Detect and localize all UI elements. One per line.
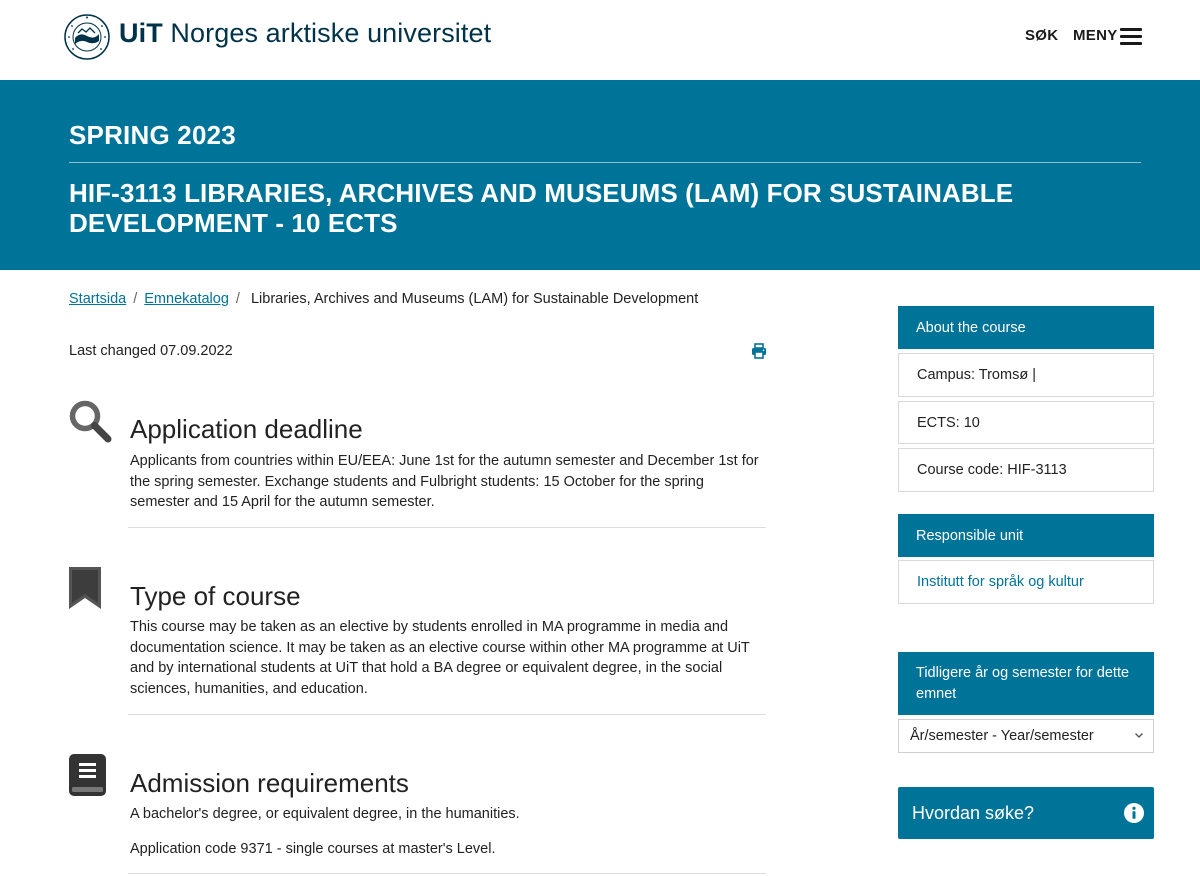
course-banner: SPRING 2023 HIF-3113 LIBRARIES, ARCHIVES… [0,80,1200,270]
responsible-unit-heading: Responsible unit [898,514,1154,557]
bookmark-icon [69,567,101,609]
year-semester-select[interactable]: År/semester - Year/semester [898,719,1154,753]
breadcrumb: Startsida / Emnekatalog / Libraries, Archiv… [69,291,698,307]
breadcrumb-separator: / [235,291,240,307]
section-heading-application-deadline: Application deadline [130,414,363,444]
section-divider [128,714,766,715]
page-title: HIF-3113 LIBRARIES, ARCHIVES AND MUSEUMS… [69,178,1014,238]
magnifier-icon [69,400,112,443]
breadcrumb-emnekatalog[interactable]: Emnekatalog [144,291,229,307]
breadcrumb-current: Libraries, Archives and Museums (LAM) fo… [250,291,699,307]
book-icon [69,754,106,796]
hamburger-icon[interactable] [1120,28,1142,45]
site-logo-text[interactable]: UiT Norges arktiske universitet [119,18,491,49]
breadcrumb-startsida[interactable]: Startsida [69,291,126,307]
section-text-application-code: Application code 9371 - single courses a… [130,841,496,857]
chevron-down-icon [1135,733,1143,738]
select-value: År/semester - Year/semester [910,728,1094,744]
logo-uit: UiT [119,18,163,48]
how-to-apply-button[interactable]: Hvordan søke? [898,787,1154,839]
search-button[interactable]: SØK [1025,27,1058,44]
previous-semesters-heading: Tidligere år og semester for dette emnet [898,652,1154,715]
semester-label: SPRING 2023 [69,120,236,150]
uit-seal-logo[interactable] [64,14,110,60]
course-code-info: Course code: HIF-3113 [898,448,1154,492]
responsible-unit-link[interactable]: Institutt for språk og kultur [917,574,1084,590]
print-icon[interactable] [751,343,767,359]
section-divider [128,873,766,874]
campus-info: Campus: Tromsø | [898,353,1154,397]
logo-university-name: Norges arktiske universitet [170,18,492,48]
section-text-type-of-course: This course may be taken as an elective … [130,619,750,698]
menu-button[interactable]: MENY [1073,27,1118,44]
section-text-application-deadline: Applicants from countries within EU/EEA:… [130,453,759,511]
how-to-apply-label: Hvordan søke? [912,802,1035,823]
breadcrumb-separator: / [133,291,138,307]
section-heading-type-of-course: Type of course [130,581,301,611]
last-changed-date: Last changed 07.09.2022 [69,343,233,359]
ects-info: ECTS: 10 [898,401,1154,444]
info-icon [1124,803,1144,823]
section-text-admission-requirements: A bachelor's degree, or equivalent degre… [130,806,520,822]
banner-divider [69,162,1141,163]
section-heading-admission-requirements: Admission requirements [130,768,409,798]
section-divider [128,527,766,528]
about-course-heading: About the course [898,306,1154,349]
responsible-unit-box: Institutt for språk og kultur [898,560,1154,604]
site-header: UiT Norges arktiske universitet SØK MENY [0,0,1200,80]
